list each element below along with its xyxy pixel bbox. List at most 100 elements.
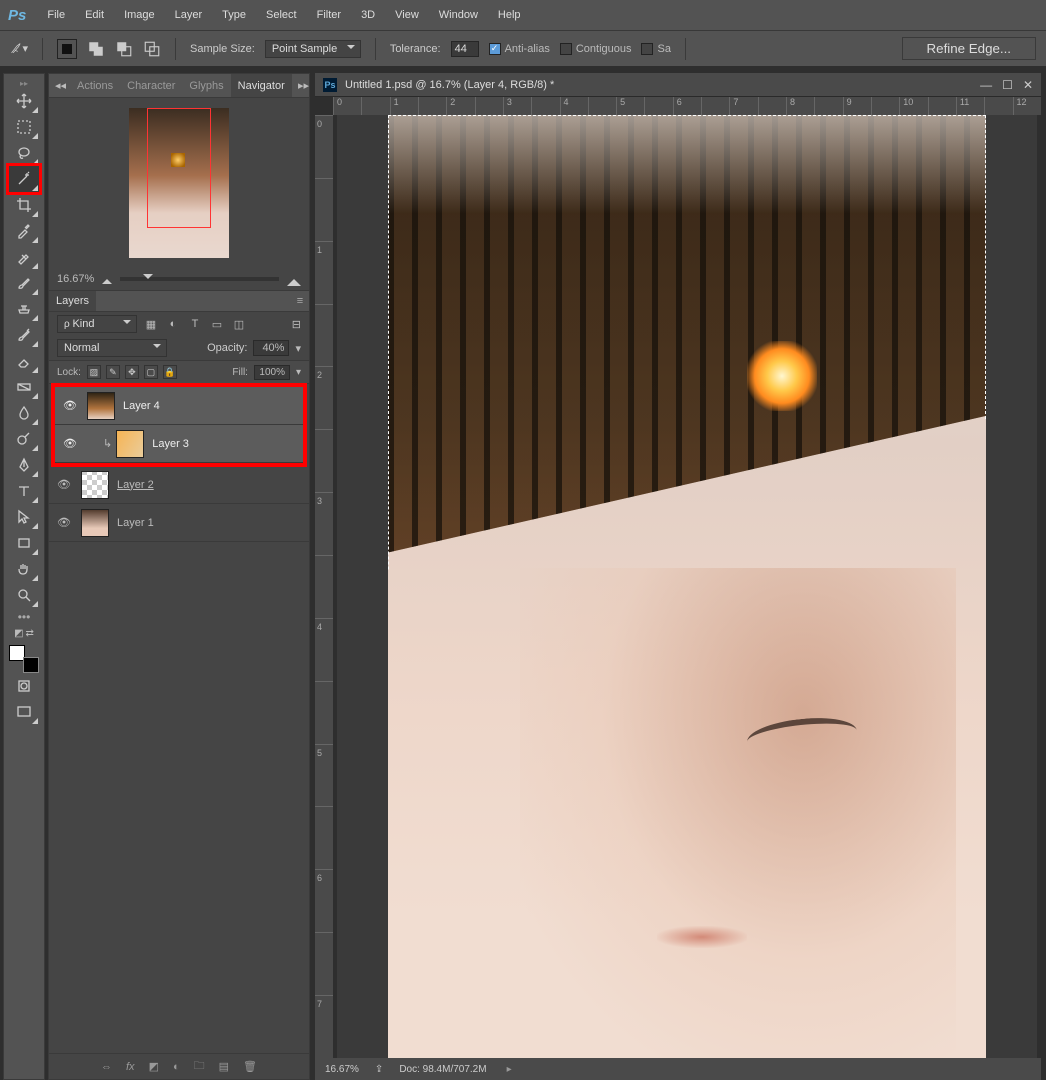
layer-thumbnail[interactable] — [87, 392, 115, 420]
edit-toolbar-button[interactable]: ••• — [18, 610, 31, 624]
layer-thumbnail[interactable] — [81, 509, 109, 537]
menu-type[interactable]: Type — [213, 5, 255, 25]
filter-type-icon[interactable]: T — [187, 316, 203, 332]
tab-actions[interactable]: Actions — [70, 74, 120, 97]
opacity-dropdown-icon[interactable]: ▾ — [295, 342, 301, 355]
rectangle-tool[interactable] — [9, 530, 39, 556]
menu-layer[interactable]: Layer — [166, 5, 212, 25]
subtract-selection-mode[interactable] — [115, 40, 133, 58]
layer-fx-icon[interactable]: fx — [126, 1061, 135, 1073]
window-minimize-button[interactable]: — — [980, 78, 992, 92]
anti-alias-checkbox[interactable]: Anti-alias — [489, 43, 550, 55]
sample-size-dropdown[interactable]: Point Sample — [265, 40, 361, 58]
pen-tool[interactable] — [9, 452, 39, 478]
lock-artboard-icon[interactable]: ▢ — [144, 365, 158, 379]
healing-brush-tool[interactable] — [9, 244, 39, 270]
visibility-toggle-icon[interactable]: 👁 — [61, 397, 79, 415]
add-to-selection-mode[interactable] — [87, 40, 105, 58]
layer-thumbnail[interactable] — [116, 430, 144, 458]
layer-filter-kind-dropdown[interactable]: ρ Kind — [57, 315, 137, 333]
document-tab[interactable]: Ps Untitled 1.psd @ 16.7% (Layer 4, RGB/… — [315, 73, 1041, 97]
contiguous-checkbox[interactable]: Contiguous — [560, 43, 632, 55]
layer-name-label[interactable]: Layer 4 — [123, 400, 160, 412]
tab-navigator[interactable]: Navigator — [231, 74, 292, 97]
menu-window[interactable]: Window — [430, 5, 487, 25]
menu-file[interactable]: File — [38, 5, 74, 25]
crop-tool[interactable] — [9, 192, 39, 218]
layer-name-label[interactable]: Layer 3 — [152, 438, 189, 450]
zoom-tool[interactable] — [9, 582, 39, 608]
link-layers-icon[interactable]: ⇔ — [101, 1061, 112, 1073]
new-selection-mode[interactable] — [57, 39, 77, 59]
status-doc-size[interactable]: Doc: 98.4M/707.2M — [399, 1064, 486, 1075]
adjustment-layer-icon[interactable]: ◐ — [173, 1061, 180, 1073]
visibility-toggle-icon[interactable]: 👁 — [55, 514, 73, 532]
panel-collapse-handle-right[interactable]: ▸▸ — [298, 79, 309, 92]
tab-glyphs[interactable]: Glyphs — [182, 74, 230, 97]
panel-collapse-handle[interactable]: ◂◂ — [55, 79, 66, 92]
intersect-selection-mode[interactable] — [143, 40, 161, 58]
marquee-tool[interactable] — [9, 114, 39, 140]
fill-input[interactable]: 100% — [254, 365, 290, 380]
canvas[interactable] — [337, 115, 1037, 1058]
eraser-tool[interactable] — [9, 348, 39, 374]
tools-collapse-handle[interactable]: ▸▸ — [4, 78, 44, 88]
lock-transparency-icon[interactable]: ▨ — [87, 365, 101, 379]
layer-row-layer2[interactable]: 👁 Layer 2 — [49, 466, 309, 504]
filter-adjust-icon[interactable]: ◐ — [165, 316, 181, 332]
group-layers-icon[interactable]: 🗀 — [194, 1057, 205, 1076]
menu-help[interactable]: Help — [489, 5, 530, 25]
new-layer-icon[interactable]: ▤ — [219, 1060, 229, 1073]
status-menu-icon[interactable]: ▸ — [507, 1064, 512, 1075]
filter-pixel-icon[interactable]: ▦ — [143, 316, 159, 332]
ruler-vertical[interactable]: 01234567 — [315, 115, 333, 1058]
blur-tool[interactable] — [9, 400, 39, 426]
layers-panel-menu-icon[interactable]: ≡ — [291, 295, 309, 307]
navigator-zoom-slider[interactable] — [120, 277, 279, 281]
tab-layers[interactable]: Layers — [49, 291, 96, 311]
menu-select[interactable]: Select — [257, 5, 306, 25]
layer-row-layer1[interactable]: 👁 Layer 1 — [49, 504, 309, 542]
layer-filter-icons[interactable]: ▦ ◐ T ▭ ◫ — [143, 316, 247, 332]
menu-edit[interactable]: Edit — [76, 5, 113, 25]
eyedropper-tool[interactable] — [9, 218, 39, 244]
refine-edge-button[interactable]: Refine Edge... — [902, 37, 1036, 60]
color-swatches[interactable] — [9, 645, 39, 673]
layer-name-label[interactable]: Layer 1 — [117, 517, 154, 529]
opacity-input[interactable]: 40% — [253, 340, 289, 356]
gradient-tool[interactable] — [9, 374, 39, 400]
screen-mode-toggle[interactable] — [9, 699, 39, 725]
menu-image[interactable]: Image — [115, 5, 164, 25]
brush-tool[interactable] — [9, 270, 39, 296]
tool-preset-picker[interactable]: ▾ — [10, 40, 28, 58]
blend-mode-dropdown[interactable]: Normal — [57, 339, 167, 357]
clone-stamp-tool[interactable] — [9, 296, 39, 322]
delete-layer-icon[interactable]: 🗑 — [243, 1060, 257, 1073]
ruler-horizontal[interactable]: 0123456789101112 — [333, 97, 1041, 115]
filter-shape-icon[interactable]: ▭ — [209, 316, 225, 332]
swap-colors-icon[interactable]: ⇄ — [26, 628, 34, 639]
navigator-preview[interactable] — [49, 98, 309, 268]
default-colors-icon[interactable]: ◩ — [14, 628, 23, 639]
window-maximize-button[interactable]: ☐ — [1002, 78, 1013, 92]
type-tool[interactable] — [9, 478, 39, 504]
layer-thumbnail[interactable] — [81, 471, 109, 499]
tab-character[interactable]: Character — [120, 74, 182, 97]
path-selection-tool[interactable] — [9, 504, 39, 530]
lock-position-icon[interactable]: ✥ — [125, 365, 139, 379]
lock-pixels-icon[interactable]: ✎ — [106, 365, 120, 379]
sample-all-checkbox[interactable]: Sa — [641, 43, 670, 55]
visibility-toggle-icon[interactable]: 👁 — [61, 435, 79, 453]
window-close-button[interactable]: ✕ — [1023, 78, 1033, 92]
layer-mask-icon[interactable]: ◩ — [149, 1060, 159, 1073]
lasso-tool[interactable] — [9, 140, 39, 166]
visibility-toggle-icon[interactable]: 👁 — [55, 476, 73, 494]
filter-smart-icon[interactable]: ◫ — [231, 316, 247, 332]
menu-filter[interactable]: Filter — [308, 5, 350, 25]
status-zoom[interactable]: 16.67% — [325, 1064, 359, 1075]
tolerance-input[interactable]: 44 — [451, 41, 479, 57]
zoom-in-icon[interactable] — [287, 272, 301, 286]
quick-mask-toggle[interactable] — [9, 673, 39, 699]
menu-3d[interactable]: 3D — [352, 5, 384, 25]
layer-name-label[interactable]: Layer 2 — [117, 479, 154, 491]
